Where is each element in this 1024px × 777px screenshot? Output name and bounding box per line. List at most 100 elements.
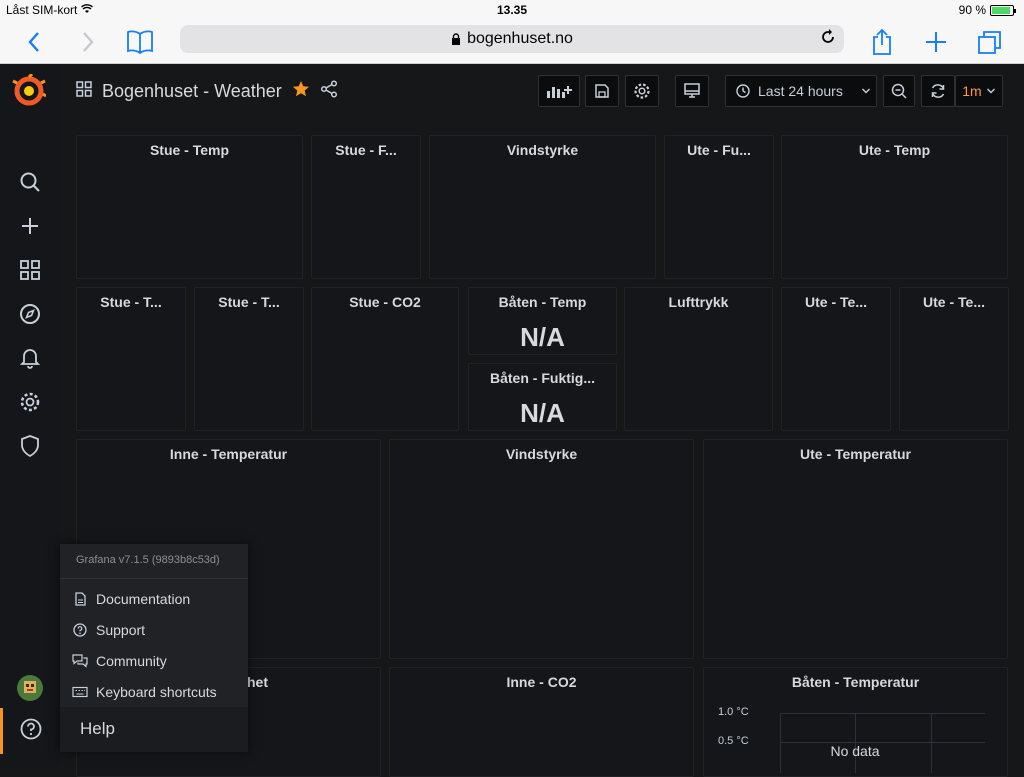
- share-icon: [873, 28, 891, 55]
- panel-title[interactable]: Stue - CO2: [312, 294, 458, 310]
- document-icon: [72, 591, 88, 607]
- y-tick-label: 1.0 °C: [718, 706, 749, 718]
- chevron-right-icon: [83, 32, 94, 52]
- panel-title[interactable]: Ute - Temperatur: [704, 446, 1007, 462]
- panel-title[interactable]: Stue - T...: [77, 294, 185, 310]
- stat-value: N/A: [520, 398, 565, 428]
- url-text: bogenhuset.no: [467, 30, 573, 47]
- panel-title[interactable]: Ute - Te...: [900, 294, 1008, 310]
- panel-vindstyrke[interactable]: Vindstyrke: [429, 135, 656, 279]
- gridline: [780, 713, 985, 714]
- help-item-label: Community: [96, 653, 167, 669]
- panel-title[interactable]: Stue - T...: [195, 294, 303, 310]
- help-menu-footer: Help: [60, 707, 248, 752]
- panel-lufttrykk[interactable]: Lufttrykk: [624, 287, 773, 431]
- panel-title[interactable]: Inne - Temperatur: [77, 446, 380, 462]
- chevron-down-icon: [986, 88, 995, 94]
- refresh-button[interactable]: [921, 75, 955, 107]
- time-range-label: Last 24 hours: [758, 83, 843, 99]
- battery-percent: 90 %: [958, 3, 986, 17]
- book-icon: [127, 30, 153, 54]
- share-nodes-icon[interactable]: [320, 80, 338, 103]
- cycle-view-mode-button[interactable]: [675, 75, 709, 107]
- monitor-icon: [684, 83, 700, 98]
- server-admin-shield-icon[interactable]: [16, 432, 44, 460]
- panel-title[interactable]: Ute - Te...: [782, 294, 890, 310]
- alerting-bell-icon[interactable]: [16, 344, 44, 372]
- question-circle-icon: [72, 622, 88, 638]
- configuration-gear-icon[interactable]: [16, 388, 44, 416]
- help-item-support[interactable]: Support: [72, 619, 145, 641]
- tabs-icon: [978, 31, 1001, 54]
- panel-title[interactable]: Vindstyrke: [430, 142, 655, 158]
- clock-icon: [736, 84, 750, 98]
- grafana-sidemenu: [0, 64, 60, 768]
- back-button[interactable]: [18, 26, 50, 58]
- dashboard-title[interactable]: Bogenhuset - Weather: [102, 81, 282, 102]
- panel-title[interactable]: Båten - Temperatur: [704, 674, 1007, 690]
- ios-status-bar: Låst SIM-kort 13.35 90 %: [0, 0, 1024, 20]
- panel-title[interactable]: Vindstyrke: [390, 446, 693, 462]
- tabs-button[interactable]: [974, 26, 1006, 58]
- panel-title[interactable]: Lufttrykk: [625, 294, 772, 310]
- dashboards-grid-icon[interactable]: [16, 256, 44, 284]
- zoom-out-button[interactable]: [883, 75, 915, 107]
- panel-inne-co2[interactable]: Inne - CO2: [389, 667, 694, 777]
- save-dashboard-button[interactable]: [585, 75, 619, 107]
- refresh-interval-label: 1m: [962, 83, 982, 99]
- refresh-interval-picker[interactable]: 1m: [955, 75, 1003, 107]
- help-item-keyboard-shortcuts[interactable]: Keyboard shortcuts: [72, 681, 217, 703]
- panel-title[interactable]: Båten - Temp: [469, 294, 616, 310]
- address-bar[interactable]: bogenhuset.no: [180, 25, 844, 53]
- panel-title[interactable]: Båten - Fuktig...: [469, 370, 616, 386]
- create-plus-icon[interactable]: [16, 212, 44, 240]
- panel-stue-co2[interactable]: Stue - CO2: [311, 287, 459, 431]
- panel-ute-temp[interactable]: Ute - Temp: [781, 135, 1008, 279]
- y-tick-label: 0.5 °C: [718, 735, 749, 747]
- panel-baten-fukt[interactable]: Båten - Fuktig... N/A: [468, 363, 617, 431]
- help-menu-toggle[interactable]: [0, 708, 60, 754]
- question-circle-icon: [19, 717, 43, 746]
- gridline: [931, 713, 932, 773]
- add-panel-button[interactable]: [538, 75, 580, 107]
- zoom-out-icon: [891, 83, 907, 99]
- new-tab-button[interactable]: [920, 26, 952, 58]
- chevron-down-icon: [861, 88, 870, 94]
- panel-ute-fukt[interactable]: Ute - Fu...: [664, 135, 774, 279]
- reload-icon[interactable]: [820, 29, 836, 50]
- panel-stue-t-2[interactable]: Stue - T...: [194, 287, 304, 431]
- gear-icon: [634, 83, 650, 99]
- panel-ute-temperatur[interactable]: Ute - Temperatur: [703, 439, 1008, 659]
- help-menu-title: Help: [80, 719, 115, 738]
- panel-stue-t-1[interactable]: Stue - T...: [76, 287, 186, 431]
- dashboard-grid-icon: [76, 81, 92, 102]
- user-avatar[interactable]: [16, 674, 44, 702]
- star-icon[interactable]: [292, 80, 310, 103]
- panel-ute-te-1[interactable]: Ute - Te...: [781, 287, 891, 431]
- panel-title[interactable]: Ute - Fu...: [665, 142, 773, 158]
- divider: [60, 578, 248, 579]
- panel-ute-te-2[interactable]: Ute - Te...: [899, 287, 1009, 431]
- comments-icon: [72, 653, 88, 669]
- chevron-left-icon: [28, 32, 39, 52]
- panel-baten-temp[interactable]: Båten - Temp N/A: [468, 287, 617, 355]
- panel-stue-fukt[interactable]: Stue - F...: [311, 135, 421, 279]
- time-range-picker[interactable]: Last 24 hours: [725, 75, 877, 107]
- help-item-documentation[interactable]: Documentation: [72, 588, 190, 610]
- panel-title[interactable]: Stue - Temp: [77, 142, 302, 158]
- search-icon[interactable]: [16, 168, 44, 196]
- panel-title[interactable]: Ute - Temp: [782, 142, 1007, 158]
- share-button[interactable]: [866, 26, 898, 58]
- help-item-community[interactable]: Community: [72, 650, 167, 672]
- panel-stue-temp[interactable]: Stue - Temp: [76, 135, 303, 279]
- dashboard-settings-button[interactable]: [625, 75, 659, 107]
- bookmarks-button[interactable]: [122, 26, 158, 58]
- forward-button[interactable]: [72, 26, 104, 58]
- panel-title[interactable]: Stue - F...: [312, 142, 420, 158]
- grafana-logo-icon[interactable]: [12, 72, 47, 108]
- clock: 13.35: [496, 3, 528, 17]
- panel-title[interactable]: Inne - CO2: [390, 674, 693, 690]
- panel-vindstyrke-graph[interactable]: Vindstyrke: [389, 439, 694, 659]
- panel-baten-temperatur[interactable]: Båten - Temperatur 1.0 °C 0.5 °C No data: [703, 667, 1008, 777]
- explore-compass-icon[interactable]: [16, 300, 44, 328]
